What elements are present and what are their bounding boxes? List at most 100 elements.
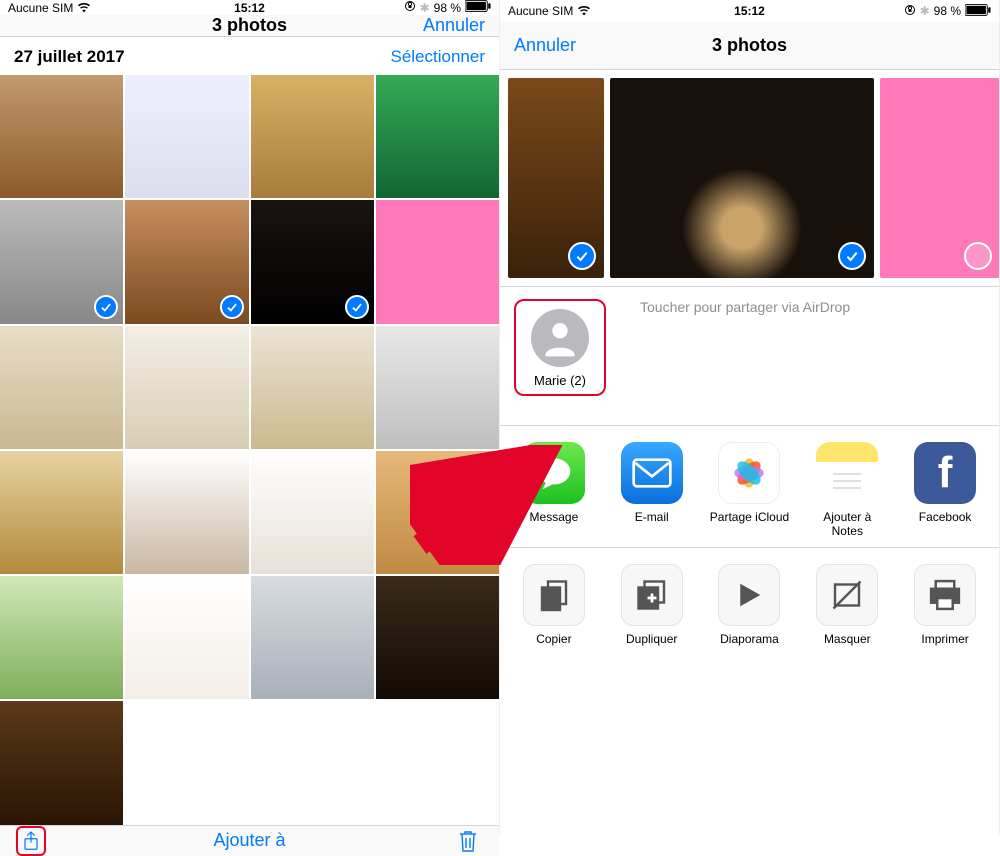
cancel-button[interactable]: Annuler xyxy=(423,15,485,36)
action-label: Imprimer xyxy=(921,632,968,646)
trash-button[interactable] xyxy=(453,826,483,856)
photo-thumb[interactable] xyxy=(0,451,123,574)
clock-label: 15:12 xyxy=(734,4,765,18)
message-icon xyxy=(523,442,585,504)
status-bar: Aucune SIM 15:12 ✱ 98 % xyxy=(0,0,499,15)
share-apps-row: Message E-mail Partage iCloud xyxy=(500,426,999,548)
share-button[interactable] xyxy=(16,826,46,856)
clock-label: 15:12 xyxy=(234,1,265,15)
bluetooth-icon: ✱ xyxy=(920,4,930,18)
selected-check-icon xyxy=(220,295,244,319)
selected-check-icon xyxy=(838,242,866,270)
avatar-icon xyxy=(531,309,589,367)
photo-thumb[interactable] xyxy=(0,576,123,699)
share-sheet-screen: Aucune SIM 15:12 ✱ 98 % Annuler 3 photos… xyxy=(500,0,1000,834)
photo-thumb[interactable] xyxy=(125,200,248,323)
action-label: Copier xyxy=(536,632,571,646)
photo-thumb[interactable] xyxy=(251,451,374,574)
action-print[interactable]: Imprimer xyxy=(905,564,985,646)
wifi-icon xyxy=(77,2,91,14)
photos-icon xyxy=(718,442,780,504)
photo-thumb[interactable] xyxy=(0,200,123,323)
app-label: Ajouter à Notes xyxy=(807,510,887,539)
action-duplicate[interactable]: Dupliquer xyxy=(612,564,692,646)
selected-photos-row[interactable] xyxy=(500,70,999,286)
share-app-icloud[interactable]: Partage iCloud xyxy=(710,442,790,539)
facebook-icon: f xyxy=(914,442,976,504)
share-thumb[interactable] xyxy=(610,78,874,278)
print-icon xyxy=(914,564,976,626)
play-icon xyxy=(718,564,780,626)
orientation-lock-icon xyxy=(404,0,416,15)
share-actions-row: Copier Dupliquer Diaporama Masquer Impri… xyxy=(500,548,999,654)
battery-icon xyxy=(965,4,991,19)
copy-icon xyxy=(523,564,585,626)
action-copy[interactable]: Copier xyxy=(514,564,594,646)
bottom-toolbar: Ajouter à xyxy=(0,825,499,856)
app-label: Message xyxy=(530,510,579,524)
airdrop-contact-name: Marie (2) xyxy=(534,373,586,388)
photo-thumb[interactable] xyxy=(125,326,248,449)
share-thumb[interactable] xyxy=(508,78,604,278)
share-app-message[interactable]: Message xyxy=(514,442,594,539)
action-hide[interactable]: Masquer xyxy=(807,564,887,646)
section-date: 27 juillet 2017 xyxy=(14,47,125,67)
photo-thumb[interactable] xyxy=(125,451,248,574)
battery-icon xyxy=(465,0,491,15)
status-bar: Aucune SIM 15:12 ✱ 98 % xyxy=(500,0,999,22)
photo-thumb[interactable] xyxy=(125,576,248,699)
mail-icon xyxy=(621,442,683,504)
wifi-icon xyxy=(577,5,591,17)
unselected-circle-icon xyxy=(964,242,992,270)
nav-bar: 3 photos Annuler xyxy=(0,15,499,37)
share-app-facebook[interactable]: f Facebook xyxy=(905,442,985,539)
photos-selection-screen: Aucune SIM 15:12 ✱ 98 % 3 photos Annuler… xyxy=(0,0,500,834)
photo-thumb[interactable] xyxy=(251,200,374,323)
battery-percent: 98 % xyxy=(434,1,461,15)
photo-thumb[interactable] xyxy=(125,75,248,198)
photo-thumb[interactable] xyxy=(251,75,374,198)
nav-bar: Annuler 3 photos xyxy=(500,22,999,70)
carrier-label: Aucune SIM xyxy=(8,1,73,15)
photo-thumb[interactable] xyxy=(0,326,123,449)
photo-thumb[interactable] xyxy=(251,576,374,699)
app-label: Partage iCloud xyxy=(710,510,789,524)
battery-percent: 98 % xyxy=(934,4,961,18)
share-app-notes[interactable]: Ajouter à Notes xyxy=(807,442,887,539)
action-label: Dupliquer xyxy=(626,632,677,646)
action-label: Masquer xyxy=(824,632,871,646)
select-button[interactable]: Sélectionner xyxy=(390,47,485,67)
orientation-lock-icon xyxy=(904,4,916,19)
cancel-button[interactable]: Annuler xyxy=(514,35,576,56)
duplicate-icon xyxy=(621,564,683,626)
nav-title: 3 photos xyxy=(212,15,287,36)
airdrop-section: Toucher pour partager via AirDrop Marie … xyxy=(500,286,999,426)
selected-check-icon xyxy=(94,295,118,319)
section-header: 27 juillet 2017 Sélectionner xyxy=(0,37,499,75)
share-app-email[interactable]: E-mail xyxy=(612,442,692,539)
airdrop-contact[interactable]: Marie (2) xyxy=(514,299,606,396)
app-label: E-mail xyxy=(635,510,669,524)
photo-thumb[interactable] xyxy=(376,576,499,699)
photo-thumb[interactable] xyxy=(0,701,123,824)
share-thumb[interactable] xyxy=(880,78,999,278)
photo-thumb[interactable] xyxy=(376,326,499,449)
hide-icon xyxy=(816,564,878,626)
photo-thumb[interactable] xyxy=(0,75,123,198)
bluetooth-icon: ✱ xyxy=(420,1,430,15)
photo-grid xyxy=(0,75,499,825)
airdrop-hint: Toucher pour partager via AirDrop xyxy=(640,299,850,315)
selected-check-icon xyxy=(568,242,596,270)
action-slideshow[interactable]: Diaporama xyxy=(710,564,790,646)
add-to-button[interactable]: Ajouter à xyxy=(213,830,285,851)
photo-thumb[interactable] xyxy=(376,451,499,574)
photo-thumb[interactable] xyxy=(251,326,374,449)
photo-thumb[interactable] xyxy=(376,75,499,198)
selected-check-icon xyxy=(345,295,369,319)
carrier-label: Aucune SIM xyxy=(508,4,573,18)
app-label: Facebook xyxy=(919,510,972,524)
notes-icon xyxy=(816,442,878,504)
nav-title: 3 photos xyxy=(712,35,787,56)
photo-thumb[interactable] xyxy=(376,200,499,323)
action-label: Diaporama xyxy=(720,632,779,646)
